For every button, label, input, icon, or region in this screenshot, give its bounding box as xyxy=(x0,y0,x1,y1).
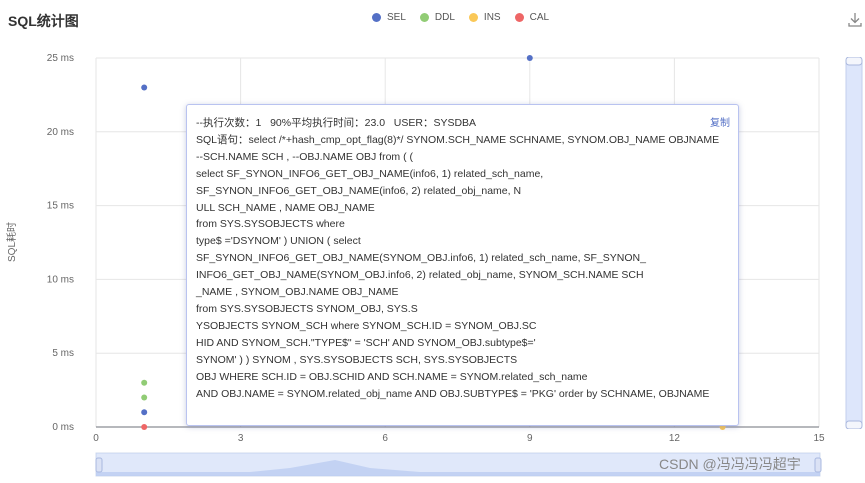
x-tick-label: 0 xyxy=(93,433,99,444)
y-axis-label: SQL耗时 xyxy=(6,222,18,262)
sql-line: YSOBJECTS SYNOM_SCH where SYNOM_SCH.ID =… xyxy=(196,319,537,332)
watermark: CSDN @冯冯冯冯超宇 xyxy=(659,456,801,472)
sql-line: INFO6_GET_OBJ_NAME(SYNOM_OBJ.info6, 2) r… xyxy=(196,269,644,282)
y-tick-label: 5 ms xyxy=(52,348,74,359)
sql-tooltip: --执行次数：1 90%平均执行时间：23.0 USER：SYSDBA 复制 S… xyxy=(186,104,739,426)
sql-line: SF_SYNON_INFO6_GET_OBJ_NAME(SYNOM_OBJ.in… xyxy=(196,252,646,265)
sql-line: --SCH.NAME SCH , --OBJ.NAME OBJ from ( ( xyxy=(196,150,414,163)
data-point-ddl[interactable] xyxy=(141,394,148,401)
x-axis-ticks: 0 3 6 9 12 15 xyxy=(93,433,825,444)
sql-line: AND OBJ.NAME = SYNOM.related_obj_name AN… xyxy=(196,387,710,400)
sql-line: ULL SCH_NAME , NAME OBJ_NAME xyxy=(196,201,375,214)
sql-line: _NAME , SYNOM_OBJ.NAME OBJ_NAME xyxy=(196,286,399,299)
sql-line: select SF_SYNON_INFO6_GET_OBJ_NAME(info6… xyxy=(196,167,544,180)
data-point-ddl[interactable] xyxy=(141,379,148,386)
sql-line: from SYS.SYSOBJECTS where xyxy=(196,218,345,231)
data-point-sel[interactable] xyxy=(526,55,533,61)
y-tick-label: 15 ms xyxy=(47,201,74,212)
copy-button[interactable]: 复制 xyxy=(710,116,730,133)
x-tick-label: 9 xyxy=(527,433,533,444)
sql-line: SF_SYNON_INFO6_GET_OBJ_NAME(info6, 2) re… xyxy=(196,184,522,197)
x-tick-label: 3 xyxy=(238,433,244,444)
sql-line: SQL语句：select /*+hash_cmp_opt_flag(8)*/ S… xyxy=(196,133,720,146)
tooltip-header: --执行次数：1 90%平均执行时间：23.0 USER：SYSDBA xyxy=(196,117,477,129)
y-axis-ticks: 0 ms 5 ms 10 ms 15 ms 20 ms 25 ms xyxy=(47,53,74,433)
y-tick-label: 0 ms xyxy=(52,422,74,433)
sql-line: OBJ WHERE SCH.ID = OBJ.SCHID AND SCH.NAM… xyxy=(196,370,588,383)
sql-line: type$ ='DSYNOM' ) UNION ( select xyxy=(196,235,361,248)
sql-line: HID AND SYNOM_SCH."TYPE$" = 'SCH' AND SY… xyxy=(196,336,536,349)
x-tick-label: 6 xyxy=(382,433,388,444)
vertical-zoom-slider[interactable] xyxy=(844,57,864,429)
sql-line: from SYS.SYSOBJECTS SYNOM_OBJ, SYS.S xyxy=(196,302,418,315)
sql-text: SQL语句：select /*+hash_cmp_opt_flag(8)*/ S… xyxy=(196,132,738,403)
zoom-handle-left[interactable] xyxy=(95,457,103,473)
x-tick-label: 15 xyxy=(813,433,825,444)
y-tick-label: 20 ms xyxy=(47,127,74,138)
y-tick-label: 25 ms xyxy=(47,53,74,64)
sql-line: SYNOM' ) ) SYNOM , SYS.SYSOBJECTS SCH, S… xyxy=(196,353,518,366)
data-point-sel[interactable] xyxy=(141,409,148,416)
y-tick-label: 10 ms xyxy=(47,274,74,285)
zoom-handle-right[interactable] xyxy=(814,457,822,473)
data-point-sel[interactable] xyxy=(141,84,148,91)
x-tick-label: 12 xyxy=(669,433,681,444)
data-point-cal[interactable] xyxy=(141,424,148,430)
